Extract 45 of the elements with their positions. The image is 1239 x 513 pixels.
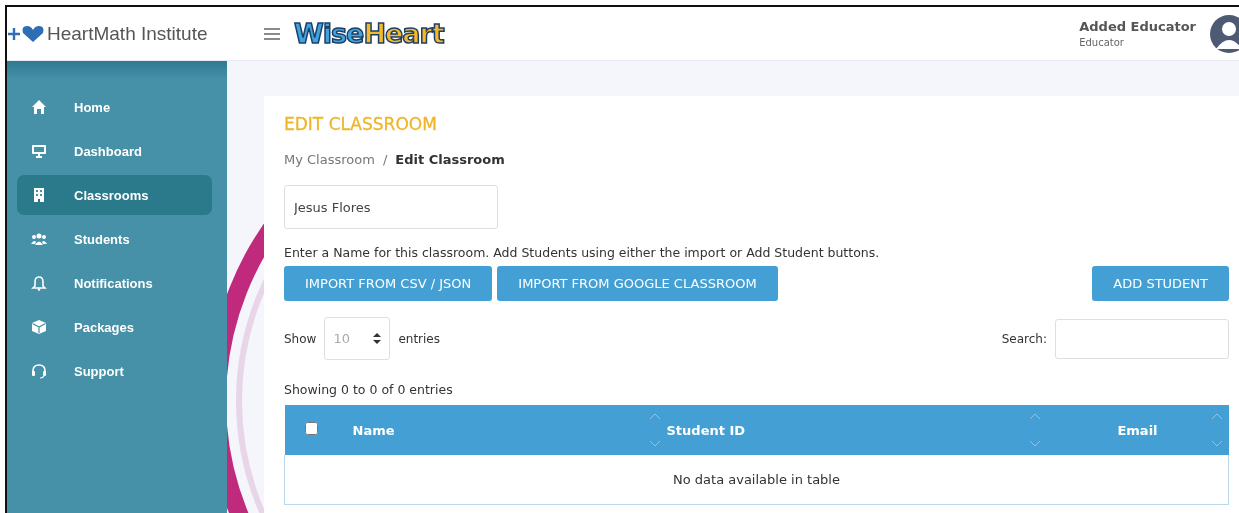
brand-name: HeartMath Institute <box>47 22 208 45</box>
sidebar-item[interactable]: Home <box>17 87 212 127</box>
sidebar-item[interactable]: Notifications <box>17 263 212 303</box>
add-student-button[interactable]: ADD STUDENT <box>1092 266 1229 301</box>
column-header[interactable]: Student ID <box>666 405 1047 455</box>
empty-table-message: No data available in table <box>284 455 1229 505</box>
column-header[interactable]: Name <box>352 405 667 455</box>
home-icon <box>31 99 47 115</box>
user-role: Educator <box>1079 37 1125 48</box>
user-name: Added Educator <box>1079 19 1196 34</box>
show-label: Show <box>284 331 317 346</box>
breadcrumb-separator: / <box>382 152 388 167</box>
entries-select[interactable]: 10 <box>324 317 391 360</box>
headset-icon <box>31 363 47 379</box>
sidebar-item[interactable]: Students <box>17 219 212 259</box>
entries-label: entries <box>398 331 440 346</box>
help-text: Enter a Name for this classroom. Add Students using either the import or Add Student buttons. <box>284 245 881 260</box>
breadcrumb-current: Edit Classroom <box>395 152 505 167</box>
avatar-icon[interactable] <box>1210 14 1239 53</box>
box-icon <box>31 319 47 335</box>
page-title: EDIT CLASSROOM <box>284 114 438 134</box>
app-logo: WiseHeart <box>294 18 444 49</box>
import-button[interactable]: IMPORT FROM GOOGLE CLASSROOM <box>497 266 778 301</box>
sidebar-item[interactable]: Support <box>17 351 212 391</box>
sort-icon <box>1028 413 1041 447</box>
column-header[interactable]: Email <box>1046 405 1229 455</box>
bell-icon <box>31 275 47 291</box>
search-label: Search: <box>1001 331 1047 346</box>
breadcrumb-link[interactable]: My Classroom <box>284 152 375 167</box>
building-icon <box>31 187 47 203</box>
menu-icon[interactable] <box>264 27 280 40</box>
sort-caret-icon <box>373 333 382 344</box>
users-icon <box>31 231 47 247</box>
sidebar-item[interactable]: Classrooms <box>17 175 212 215</box>
table-info: Showing 0 to 0 of 0 entries <box>284 382 454 397</box>
select-all-checkbox[interactable] <box>304 422 318 435</box>
sort-icon <box>648 413 661 447</box>
plus-heart-icon <box>7 24 45 43</box>
sidebar-item[interactable]: Packages <box>17 307 212 347</box>
import-button[interactable]: IMPORT FROM CSV / JSON <box>284 266 493 301</box>
search-field[interactable] <box>1055 318 1229 359</box>
sidebar-item[interactable]: Dashboard <box>17 131 212 171</box>
monitor-icon <box>31 143 47 159</box>
sort-icon <box>1210 413 1223 447</box>
classroom-name-field[interactable]: Jesus Flores <box>284 185 498 229</box>
